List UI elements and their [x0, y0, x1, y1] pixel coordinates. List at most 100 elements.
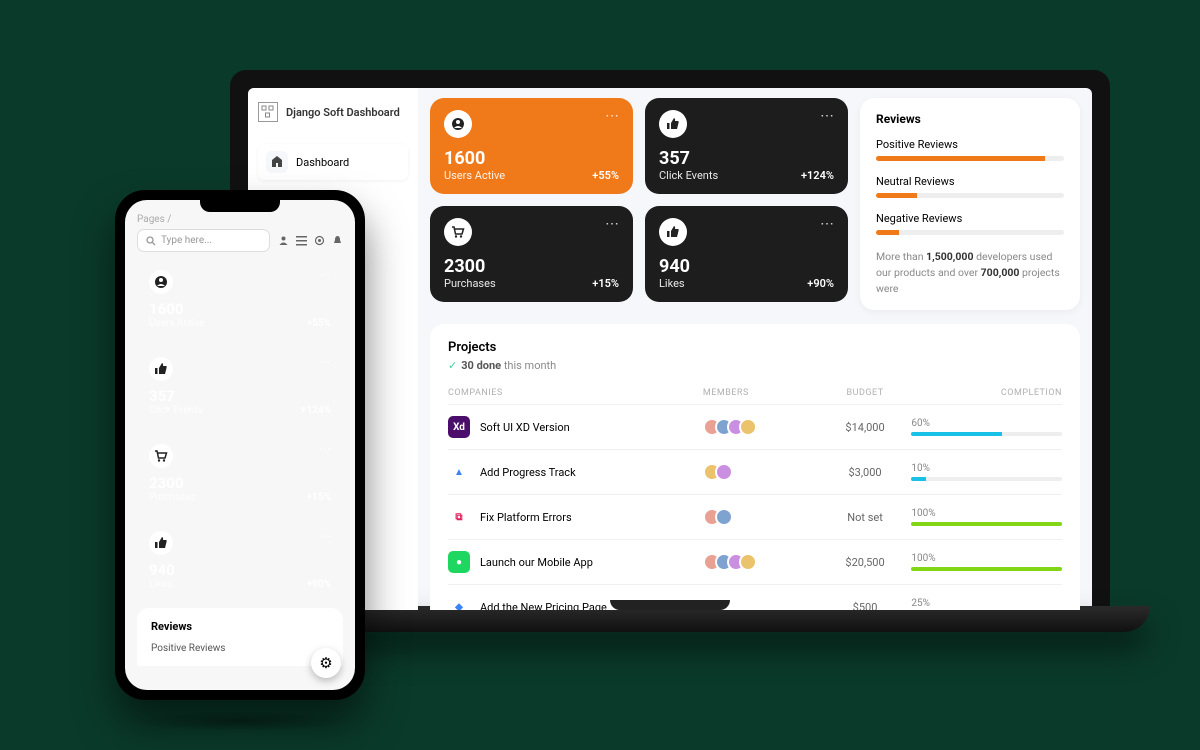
budget: $20,500	[819, 556, 912, 569]
reviews-card: Reviews Positive Reviews Neutral Reviews…	[860, 98, 1080, 310]
home-icon	[266, 151, 288, 173]
table-row[interactable]: ⧉ Fix Platform Errors Not set 100%	[448, 494, 1062, 539]
stat-change: +55%	[592, 169, 619, 182]
budget: $3,000	[819, 466, 912, 479]
stat-card-clicks[interactable]: ⋯ 357 Click Events +124%	[137, 347, 343, 426]
stat-change: +124%	[801, 169, 834, 182]
project-name: Launch our Mobile App	[480, 556, 593, 569]
stat-card-likes[interactable]: ⋯ 940 Likes +90%	[645, 206, 848, 302]
table-row[interactable]: ● Launch our Mobile App $20,500 100%	[448, 539, 1062, 584]
thumbs-up-icon	[659, 218, 687, 246]
stat-card-users[interactable]: ⋯ 1600 Users Active +55%	[430, 98, 633, 194]
project-name: Fix Platform Errors	[480, 511, 572, 524]
main-area: ⋯ 1600 Users Active +55% ⋯ 2300 Purchase…	[418, 88, 1092, 610]
reviews-title: Reviews	[876, 112, 1064, 126]
check-icon: ✓	[448, 359, 457, 372]
brand: Django Soft Dashboard	[258, 102, 408, 122]
search-placeholder: Type here...	[161, 235, 212, 246]
card-menu-icon[interactable]: ⋯	[605, 108, 621, 124]
sidebar-item-label: Dashboard	[296, 156, 349, 169]
reviews-title: Reviews	[151, 620, 329, 633]
stat-value: 2300	[149, 474, 331, 492]
company-logo-icon: Xd	[448, 416, 470, 438]
avatar	[739, 418, 757, 436]
project-name: Add the New Pricing Page	[480, 601, 607, 610]
search-input[interactable]: Type here...	[137, 229, 270, 252]
budget: Not set	[819, 511, 912, 524]
avatar	[739, 553, 757, 571]
card-menu-icon[interactable]: ⋯	[319, 442, 333, 456]
card-menu-icon[interactable]: ⋯	[820, 216, 836, 232]
members	[703, 553, 819, 571]
review-row: Negative Reviews	[876, 212, 1064, 235]
search-icon	[146, 236, 156, 246]
completion-text: 25%	[911, 598, 1062, 609]
card-menu-icon[interactable]: ⋯	[319, 529, 333, 543]
projects-subtitle: ✓30 done this month	[448, 359, 1062, 372]
company-logo-icon: ◆	[448, 596, 470, 610]
stat-change: +55%	[307, 318, 331, 329]
phone-mock: Pages / Type here...	[115, 190, 365, 732]
menu-icon[interactable]	[296, 235, 307, 246]
table-row[interactable]: ▲ Add Progress Track $3,000 10%	[448, 449, 1062, 494]
company-logo-icon: ⧉	[448, 506, 470, 528]
members	[703, 418, 819, 436]
brand-title: Django Soft Dashboard	[286, 106, 400, 119]
brand-icon	[258, 102, 278, 122]
members	[703, 463, 819, 481]
thumbs-up-icon	[149, 531, 173, 555]
cart-icon	[149, 444, 173, 468]
col-budget: BUDGET	[819, 388, 912, 398]
projects-card: Projects ✓30 done this month COMPANIES M…	[430, 324, 1080, 610]
review-row-label: Positive Reviews	[876, 138, 1064, 151]
col-companies: COMPANIES	[448, 388, 703, 398]
project-name: Soft UI XD Version	[480, 421, 570, 434]
stat-change: +15%	[592, 277, 619, 290]
stat-label: Likes	[149, 579, 331, 590]
avatar	[715, 463, 733, 481]
review-row: Positive Reviews	[876, 138, 1064, 161]
user-circle-icon	[149, 270, 173, 294]
stat-card-likes[interactable]: ⋯ 940 Likes +90%	[137, 521, 343, 600]
stat-value: 357	[659, 148, 834, 169]
stat-value: 357	[149, 387, 331, 405]
review-row-label: Negative Reviews	[876, 212, 1064, 225]
stat-change: +124%	[301, 405, 331, 416]
card-menu-icon[interactable]: ⋯	[319, 268, 333, 282]
card-menu-icon[interactable]: ⋯	[319, 355, 333, 369]
breadcrumb: Pages /	[137, 214, 343, 225]
mobile-viewport: Pages / Type here...	[125, 200, 355, 690]
avatar	[715, 508, 733, 526]
stat-value: 2300	[444, 256, 619, 277]
bell-icon[interactable]	[332, 235, 343, 246]
completion-text: 100%	[911, 508, 1062, 519]
stat-card-users[interactable]: ⋯ 1600 Users Active +55%	[137, 260, 343, 339]
completion-text: 10%	[911, 463, 1062, 474]
gear-icon[interactable]	[314, 235, 325, 246]
stat-card-purch[interactable]: ⋯ 2300 Purchases +15%	[137, 434, 343, 513]
review-row-label: Neutral Reviews	[876, 175, 1064, 188]
stat-value: 940	[659, 256, 834, 277]
reviews-note: More than 1,500,000 developers used our …	[876, 249, 1064, 296]
cart-icon	[444, 218, 472, 246]
settings-fab[interactable]: ⚙	[311, 648, 341, 678]
user-circle-icon	[444, 110, 472, 138]
table-row[interactable]: ◆ Add the New Pricing Page $500 25%	[448, 584, 1062, 610]
stat-card-purch[interactable]: ⋯ 2300 Purchases +15%	[430, 206, 633, 302]
user-icon[interactable]	[278, 235, 289, 246]
company-logo-icon: ▲	[448, 461, 470, 483]
review-row: Neutral Reviews	[876, 175, 1064, 198]
budget: $14,000	[819, 421, 912, 434]
thumbs-up-icon	[659, 110, 687, 138]
desktop-viewport: Django Soft Dashboard Dashboard ⋯ 1600 U…	[248, 88, 1092, 610]
project-name: Add Progress Track	[480, 466, 576, 479]
sidebar-item-dashboard[interactable]: Dashboard	[258, 144, 408, 180]
card-menu-icon[interactable]: ⋯	[820, 108, 836, 124]
stat-change: +15%	[307, 492, 331, 503]
budget: $500	[819, 601, 912, 610]
stat-card-clicks[interactable]: ⋯ 357 Click Events +124%	[645, 98, 848, 194]
card-menu-icon[interactable]: ⋯	[605, 216, 621, 232]
table-row[interactable]: Xd Soft UI XD Version $14,000 60%	[448, 404, 1062, 449]
members	[703, 508, 819, 526]
thumbs-up-icon	[149, 357, 173, 381]
